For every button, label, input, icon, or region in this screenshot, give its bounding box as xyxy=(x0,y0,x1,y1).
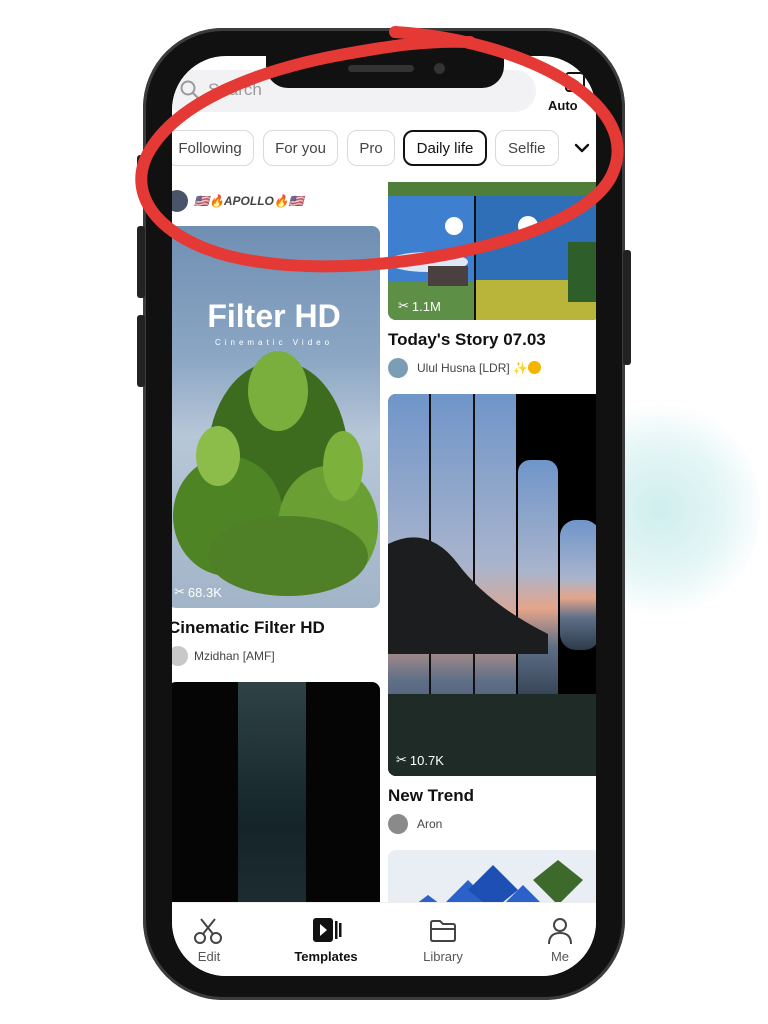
card-title[interactable]: New Trend xyxy=(388,786,474,806)
bottom-nav: Edit Templates Library Me xyxy=(172,902,596,976)
avatar xyxy=(388,358,408,378)
tab-daily-life[interactable]: Daily life xyxy=(403,130,487,166)
nav-library-label: Library xyxy=(423,949,463,964)
app-screen: Search Auto Following For you Pro Daily … xyxy=(172,56,596,976)
nav-me-label: Me xyxy=(550,949,570,964)
phone-power-button xyxy=(623,250,631,365)
auto-label: Auto xyxy=(548,98,578,113)
phone-volume-up xyxy=(137,226,145,298)
uses-count: ✂ 1.1M xyxy=(398,298,441,314)
phone-volume-down xyxy=(137,315,145,387)
sunset-image xyxy=(388,394,596,776)
tab-following[interactable]: Following xyxy=(172,130,254,166)
template-card-filter-hd[interactable]: Filter HD Cinematic Video ✂ 68.3K xyxy=(172,226,380,608)
template-card-blue[interactable] xyxy=(388,850,596,910)
card-title[interactable]: Cinematic Filter HD xyxy=(172,618,325,638)
author-name: Ulul Husna [LDR] ✨ xyxy=(417,361,528,375)
nav-edit[interactable]: Edit xyxy=(172,903,249,976)
scissors-icon: ✂ xyxy=(396,752,407,767)
auto-create-icon[interactable] xyxy=(564,70,588,94)
scissors-icon xyxy=(194,918,222,944)
author-name: 🇺🇸🔥APOLLO🔥🇺🇸 xyxy=(194,194,304,208)
nav-library[interactable]: Library xyxy=(403,903,483,976)
card-overlay-title: Filter HD xyxy=(207,298,341,334)
card-title[interactable]: Today's Story 07.03 xyxy=(388,330,546,350)
category-tabs: Following For you Pro Daily life Selfie xyxy=(172,130,596,170)
template-card-new-trend[interactable]: ✂ 10.7K xyxy=(388,394,596,776)
folder-icon xyxy=(430,920,456,942)
card-overlay-subtitle: Cinematic Video xyxy=(214,338,334,347)
scissors-icon: ✂ xyxy=(174,584,185,599)
nav-edit-label: Edit xyxy=(197,949,221,964)
avatar xyxy=(172,646,188,666)
template-card-todays-story[interactable]: ✂ 1.1M xyxy=(388,182,596,320)
tab-selfie[interactable]: Selfie xyxy=(495,130,559,166)
phone-speaker xyxy=(348,65,414,72)
leaves-image xyxy=(173,351,378,596)
phone-side-button xyxy=(137,155,145,195)
tab-for-you[interactable]: For you xyxy=(263,130,338,166)
templates-icon xyxy=(313,918,342,942)
phone-camera xyxy=(434,63,445,74)
chevron-down-icon[interactable] xyxy=(570,136,594,160)
video-strip-image xyxy=(238,682,306,922)
author-name: Aron xyxy=(417,817,443,831)
nav-templates[interactable]: Templates xyxy=(286,903,366,976)
nav-templates-label: Templates xyxy=(294,949,358,964)
uses-count: ✂ 68.3K xyxy=(174,584,222,600)
search-placeholder: Search xyxy=(208,80,262,99)
avatar xyxy=(388,814,408,834)
template-card-dark[interactable] xyxy=(172,682,380,922)
scissors-icon: ✂ xyxy=(398,298,409,313)
verified-badge-icon xyxy=(528,361,541,374)
avatar xyxy=(172,190,188,212)
search-icon xyxy=(180,80,199,99)
author-name: Mzidhan [AMF] xyxy=(194,649,275,663)
nav-me[interactable]: Me xyxy=(520,903,596,976)
diamond-image xyxy=(408,860,583,910)
uses-count: ✂ 10.7K xyxy=(396,752,444,768)
phone-notch xyxy=(266,56,504,88)
tab-pro[interactable]: Pro xyxy=(347,130,395,166)
person-icon xyxy=(548,918,572,945)
